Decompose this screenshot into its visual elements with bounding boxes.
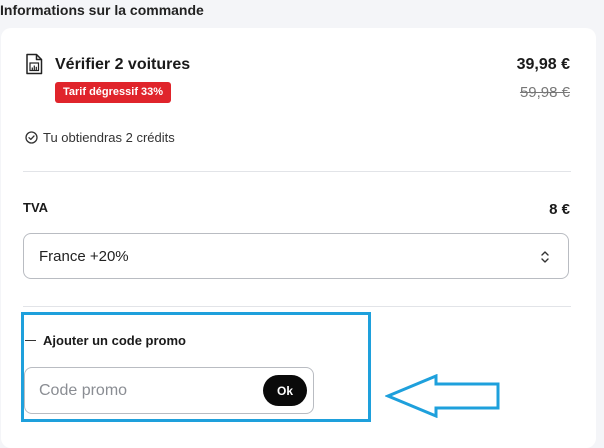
discount-badge: Tarif dégressif 33%: [55, 82, 172, 103]
divider: [23, 171, 571, 172]
product-name: Vérifier 2 voitures: [55, 56, 191, 73]
divider: [23, 306, 571, 307]
minus-icon[interactable]: [25, 340, 36, 341]
vat-label: TVA: [23, 200, 49, 215]
promo-code-input[interactable]: [25, 368, 255, 413]
product-old-price: 59,98 €: [519, 84, 570, 101]
order-section-title: Informations sur la commande: [0, 2, 204, 18]
arrow-left-icon: [385, 374, 500, 418]
document-chart-icon: [26, 53, 43, 75]
apply-promo-button[interactable]: Ok: [263, 375, 307, 406]
credits-info: Tu obtiendras 2 crédits: [43, 130, 175, 145]
promo-code-field: Ok: [24, 367, 314, 414]
add-promo-code-toggle[interactable]: Ajouter un code promo: [43, 333, 186, 348]
chevron-up-down-icon: [541, 251, 549, 263]
vat-country-select[interactable]: France +20%: [23, 233, 569, 279]
check-circle-icon: [25, 131, 38, 144]
vat-amount: 8 €: [549, 201, 570, 218]
product-price: 39,98 €: [516, 56, 570, 73]
vat-select-value: France +20%: [39, 248, 129, 265]
